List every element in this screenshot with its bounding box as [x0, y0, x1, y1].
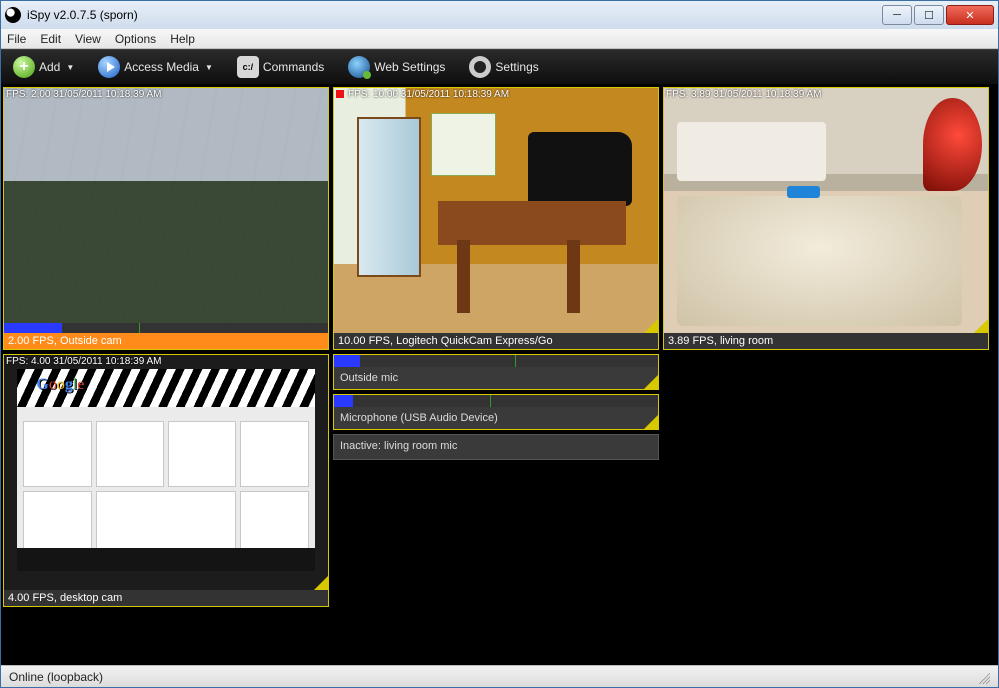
window-controls: ─ ☐ ✕: [880, 5, 994, 25]
resize-handle-icon[interactable]: [644, 415, 658, 429]
workspace: FPS: 2.00 31/05/2011 10:18:39 AM 2.00 FP…: [1, 85, 998, 665]
menu-view[interactable]: View: [75, 32, 101, 46]
resize-handle-icon[interactable]: [314, 576, 328, 590]
add-button[interactable]: + Add ▼: [7, 54, 80, 80]
menu-bar: File Edit View Options Help: [1, 29, 998, 49]
menu-edit[interactable]: Edit: [40, 32, 61, 46]
app-icon: [5, 7, 21, 23]
add-label: Add: [39, 60, 60, 74]
resize-handle-icon[interactable]: [644, 375, 658, 389]
window-titlebar: iSpy v2.0.7.5 (sporn) ─ ☐ ✕: [1, 1, 998, 29]
play-icon: [98, 56, 120, 78]
chevron-down-icon: ▼: [205, 63, 213, 72]
status-bar: Online (loopback): [1, 665, 998, 687]
audio-level-usb-mic: [334, 395, 658, 407]
status-text: Online (loopback): [9, 670, 103, 684]
window-title: iSpy v2.0.7.5 (sporn): [27, 8, 880, 22]
camera-feed-outside: [4, 88, 328, 333]
camera-label-logitech: 10.00 FPS, Logitech QuickCam Express/Go: [334, 333, 658, 349]
audio-label-usb-mic: Microphone (USB Audio Device): [334, 407, 658, 429]
settings-button[interactable]: Settings: [463, 54, 544, 80]
resize-handle-icon[interactable]: [974, 319, 988, 333]
audio-level-outside-mic: [334, 355, 658, 367]
resize-handle-icon[interactable]: [644, 319, 658, 333]
globe-icon: [348, 56, 370, 78]
camera-panel-outside[interactable]: FPS: 2.00 31/05/2011 10:18:39 AM 2.00 FP…: [3, 87, 329, 350]
camera-label-desktop: 4.00 FPS, desktop cam: [4, 590, 328, 606]
camera-feed-logitech: [334, 88, 658, 333]
close-button[interactable]: ✕: [946, 5, 994, 25]
camera-overlay-desktop: FPS: 4.00 31/05/2011 10:18:39 AM: [4, 355, 163, 368]
audio-panel-livingroom-mic[interactable]: Inactive: living room mic: [333, 434, 659, 460]
camera-overlay-logitech: FPS: 10.00 31/05/2011 10:18:39 AM: [346, 88, 511, 101]
camera-feed-desktop: Google: [4, 355, 328, 590]
settings-label: Settings: [495, 60, 538, 74]
web-settings-label: Web Settings: [374, 60, 445, 74]
chevron-down-icon: ▼: [66, 63, 74, 72]
menu-file[interactable]: File: [7, 32, 26, 46]
camera-panel-logitech[interactable]: FPS: 10.00 31/05/2011 10:18:39 AM 10.00 …: [333, 87, 659, 350]
camera-overlay-livingroom: FPS: 3.89 31/05/2011 10:18:39 AM: [664, 88, 823, 101]
eye-icon: [469, 56, 491, 78]
audio-label-outside-mic: Outside mic: [334, 367, 658, 389]
menu-options[interactable]: Options: [115, 32, 156, 46]
motion-level-outside: [4, 323, 328, 333]
plus-icon: +: [13, 56, 35, 78]
commands-button[interactable]: c:/ Commands: [231, 54, 330, 80]
camera-label-livingroom: 3.89 FPS, living room: [664, 333, 988, 349]
audio-panel-outside-mic[interactable]: Outside mic: [333, 354, 659, 390]
maximize-button[interactable]: ☐: [914, 5, 944, 25]
audio-label-livingroom-mic: Inactive: living room mic: [334, 435, 658, 457]
toolbar: + Add ▼ Access Media ▼ c:/ Commands Web …: [1, 49, 998, 85]
audio-panel-usb-mic[interactable]: Microphone (USB Audio Device): [333, 394, 659, 430]
terminal-icon: c:/: [237, 56, 259, 78]
recording-indicator-icon: [336, 90, 344, 98]
commands-label: Commands: [263, 60, 324, 74]
camera-label-outside: 2.00 FPS, Outside cam: [4, 333, 328, 349]
camera-panel-desktop[interactable]: Google FPS: 4.00 31/05/2011 10:18:39 AM …: [3, 354, 329, 607]
camera-panel-livingroom[interactable]: FPS: 3.89 31/05/2011 10:18:39 AM 3.89 FP…: [663, 87, 989, 350]
access-media-label: Access Media: [124, 60, 199, 74]
minimize-button[interactable]: ─: [882, 5, 912, 25]
resize-grip-icon[interactable]: [976, 670, 990, 684]
menu-help[interactable]: Help: [170, 32, 195, 46]
web-settings-button[interactable]: Web Settings: [342, 54, 451, 80]
camera-overlay-outside: FPS: 2.00 31/05/2011 10:18:39 AM: [4, 88, 163, 101]
camera-feed-livingroom: [664, 88, 988, 333]
access-media-button[interactable]: Access Media ▼: [92, 54, 219, 80]
